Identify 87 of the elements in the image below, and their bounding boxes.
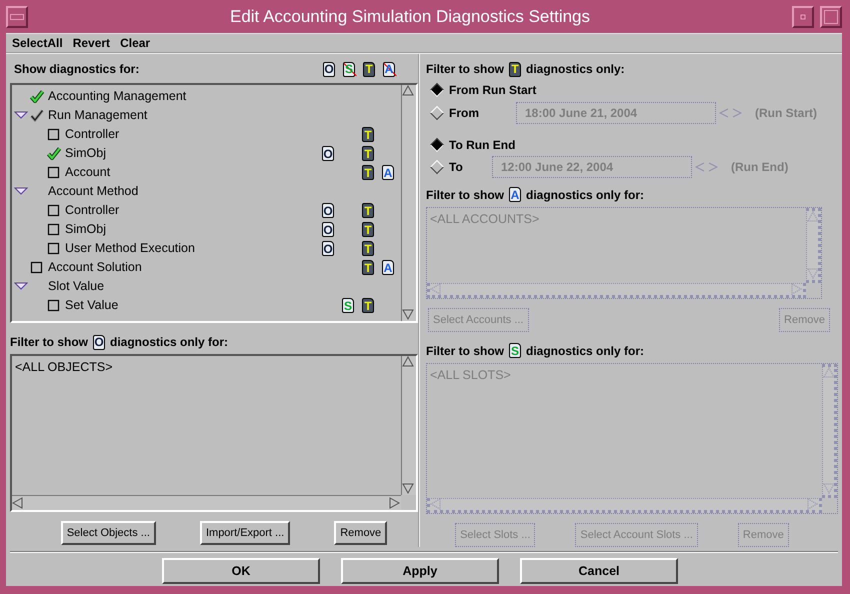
window-title: Edit Accounting Simulation Diagnostics Settings — [228, 6, 592, 28]
diagnostic-icon: S — [509, 343, 521, 358]
diagnostic-icon: T — [509, 62, 521, 76]
menu-item[interactable]: Clear — [120, 34, 150, 52]
left-arrow-icon[interactable] — [12, 496, 24, 510]
diagnostic-icon: T — [362, 260, 374, 275]
heading-text: Filter to show — [426, 61, 504, 78]
dialog-button[interactable]: OK — [162, 558, 320, 584]
checkbox[interactable] — [47, 223, 61, 236]
diagnostic-icon: O — [323, 62, 335, 76]
expand-toggle-icon[interactable] — [14, 187, 28, 196]
heading-text: diagnostics only: — [526, 61, 625, 78]
down-arrow-icon[interactable] — [402, 483, 415, 495]
tree-item-label[interactable]: User Method Execution — [65, 239, 318, 258]
checkbox[interactable] — [47, 128, 61, 141]
diagnostic-icon: T — [363, 62, 375, 76]
diagnostic-icon: T — [362, 241, 374, 256]
heading-text: Filter to show — [426, 342, 504, 360]
maximize-button[interactable] — [820, 6, 842, 28]
vertical-scrollbar[interactable] — [401, 85, 416, 321]
radio-label[interactable]: From Run Start — [449, 81, 536, 100]
radio-label[interactable]: From — [449, 104, 513, 122]
checkbox[interactable] — [47, 204, 61, 217]
minimize-button[interactable] — [792, 6, 814, 28]
diagnostic-icon: A — [382, 260, 394, 275]
checkbox[interactable] — [47, 242, 61, 255]
diagnostic-icon: O — [322, 146, 334, 161]
action-button[interactable]: Select Objects ... — [60, 521, 156, 545]
checkmark-icon[interactable] — [30, 109, 44, 122]
vertical-scrollbar[interactable] — [401, 356, 416, 495]
list-box[interactable]: <ALL OBJECTS> — [10, 354, 418, 512]
tree-item-label[interactable]: Set Value — [65, 296, 318, 315]
action-button[interactable]: Import/Export ... — [200, 521, 290, 545]
expand-toggle-icon[interactable] — [14, 111, 28, 120]
diagnostic-icon: T — [362, 203, 374, 218]
tree-item-label[interactable]: Account Method — [48, 182, 318, 201]
horizontal-scrollbar[interactable] — [12, 495, 401, 510]
diagnostic-icon: T — [362, 165, 374, 180]
window-menu-button[interactable] — [6, 6, 28, 28]
radio-label[interactable]: To Run End — [449, 136, 516, 154]
note-text: (Run Start) — [755, 104, 817, 122]
up-arrow-icon[interactable] — [402, 356, 415, 368]
diagnostic-icon: O — [322, 203, 334, 218]
diagnostic-icon: A — [382, 165, 394, 180]
heading-text: diagnostics only for: — [526, 186, 644, 204]
right-arrow-icon[interactable] — [389, 496, 401, 510]
heading-text: Filter to show — [426, 186, 504, 204]
diagnostic-icon: O — [322, 222, 334, 237]
heading-text: diagnostics only for: — [110, 334, 228, 351]
tree-item-label[interactable]: Account — [65, 163, 318, 182]
tree-item-label[interactable]: Slot Value — [48, 277, 318, 296]
note-text: (Run End) — [731, 159, 788, 176]
menu-item[interactable]: SelectAll — [12, 34, 63, 52]
diagnostic-icon: O — [93, 334, 105, 350]
tree-item-label[interactable]: Run Management — [48, 106, 318, 125]
diagnostic-icon: A — [509, 187, 521, 202]
diagnostic-icon: T — [362, 222, 374, 237]
tree-item-label[interactable]: Controller — [65, 125, 318, 144]
diagnostic-icon: O — [322, 241, 334, 256]
checkmark-icon[interactable] — [47, 147, 61, 160]
expand-toggle-icon[interactable] — [14, 282, 28, 291]
diagnostic-icon: T — [362, 298, 374, 313]
tree-item-label[interactable]: Account Solution — [48, 258, 318, 277]
tree-item-label[interactable]: Accounting Management — [48, 87, 318, 106]
checkbox[interactable] — [47, 166, 61, 179]
down-arrow-icon[interactable] — [402, 309, 415, 321]
minus-icon — [10, 14, 24, 20]
diagnostic-icon: T — [362, 146, 374, 161]
checkbox[interactable] — [30, 261, 44, 274]
menu-item[interactable]: Revert — [72, 34, 110, 52]
tree-item-label[interactable]: SimObj — [65, 220, 318, 239]
checkbox[interactable] — [47, 299, 61, 312]
action-button[interactable]: Remove — [334, 521, 388, 545]
square-icon — [824, 10, 838, 24]
tree-item-label[interactable]: SimObj — [65, 144, 318, 163]
heading-text: diagnostics only for: — [526, 342, 644, 360]
diagnostic-icon: S — [342, 298, 354, 313]
up-arrow-icon[interactable] — [402, 85, 415, 97]
radio-label[interactable]: To — [449, 158, 489, 176]
heading-text: Show diagnostics for: — [14, 61, 140, 78]
diagnostic-icon: T — [362, 127, 374, 142]
list-item[interactable]: <ALL OBJECTS> — [15, 358, 398, 377]
tree-item-label[interactable]: Controller — [65, 201, 318, 220]
checkmark-icon[interactable] — [30, 90, 44, 103]
heading-text: Filter to show — [10, 334, 88, 351]
dialog-button[interactable]: Apply — [341, 558, 499, 584]
dialog-button[interactable]: Cancel — [520, 558, 678, 584]
